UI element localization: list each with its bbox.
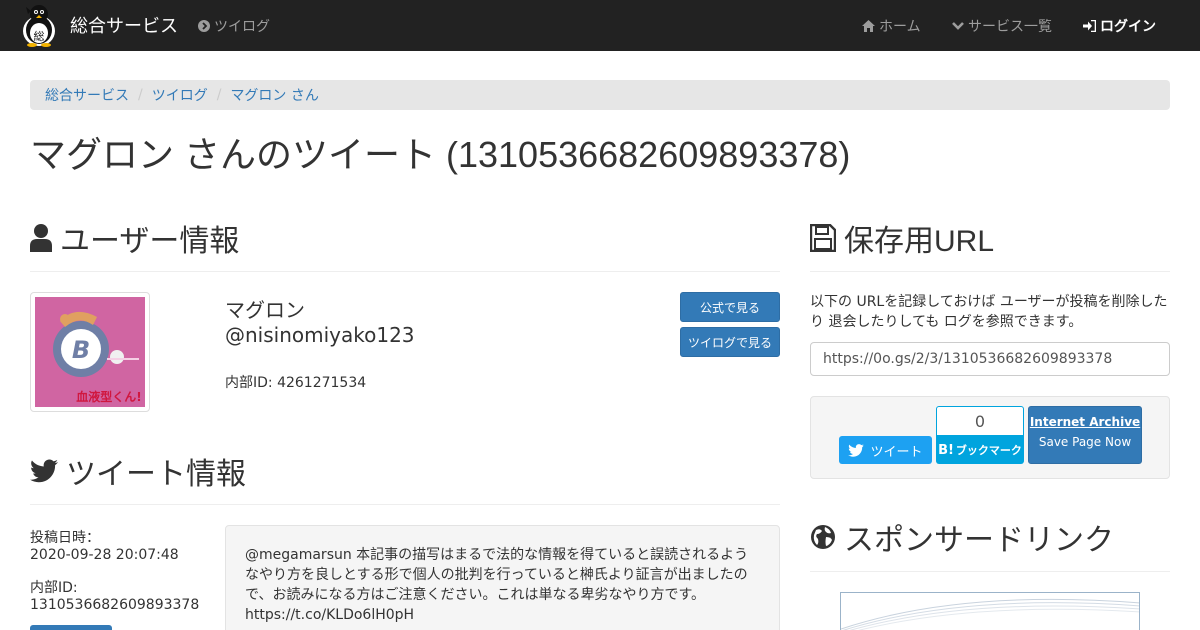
view-twilog-button[interactable]: ツイログで見る — [680, 327, 780, 357]
sign-in-icon — [1083, 20, 1096, 32]
avatar: B 血液型くん! — [35, 297, 145, 407]
sponsor-ad-banner[interactable] — [840, 592, 1140, 630]
navbar: 総 総合サービス ツイログ ホーム サービス一覧 ログイン — [0, 0, 1200, 51]
nav-login[interactable]: ログイン — [1083, 16, 1156, 36]
user-info-heading: ユーザー情報 — [30, 216, 239, 260]
brand-link[interactable]: 総 総合サービス — [18, 2, 178, 48]
avatar-text: 血液型くん! — [76, 389, 141, 404]
posted-label: 投稿日時： — [30, 530, 100, 546]
archive-url-heading: 保存用URL — [810, 216, 994, 260]
internet-archive-title: Internet Archive — [1029, 415, 1141, 429]
user-display-name: マグロン — [225, 298, 305, 322]
archive-url-input[interactable] — [810, 342, 1170, 376]
page-title: マグロン さんのツイート (1310536682609893378) — [30, 134, 851, 175]
hatena-b-icon: B! — [938, 442, 954, 458]
hatena-bookmark-label: ブックマーク — [955, 444, 1022, 457]
archive-description: 以下の URLを記録しておけば ユーザーが投稿を削除したり 退会したりしても ロ… — [810, 294, 1168, 330]
hatena-bookmark-count: 0 — [936, 406, 1024, 436]
divider — [30, 271, 780, 272]
hatena-bookmark-button[interactable]: B! ブックマーク — [936, 436, 1024, 464]
tweet-info-heading: ツイート情報 — [30, 449, 246, 493]
ad-graphic — [841, 598, 1139, 630]
breadcrumb-item-home[interactable]: 総合サービス — [45, 85, 129, 105]
tweet-id-label: 内部ID: — [30, 580, 78, 596]
breadcrumb-item-twilog[interactable]: ツイログ — [152, 85, 208, 105]
sponsor-heading-text: スポンサードリンク — [844, 524, 1114, 557]
breadcrumb-item-user[interactable]: マグロン さん — [230, 85, 318, 105]
tweet-text: @megamarsun 本記事の描写はまるで法的な情報を得ていると誤読されるよう… — [245, 547, 749, 623]
twitter-bird-icon — [848, 443, 865, 457]
avatar-frame: B 血液型くん! — [30, 292, 150, 412]
penguin-logo-icon: 総 — [23, 5, 55, 47]
nav-home-label: ホーム — [879, 19, 921, 35]
divider — [810, 571, 1170, 572]
tweet-info-heading-text: ツイート情報 — [66, 458, 246, 491]
globe-icon — [810, 524, 836, 550]
nav-login-label: ログイン — [1100, 19, 1156, 35]
tweet-share-label: ツイート — [870, 444, 923, 460]
breadcrumb: 総合サービス / ツイログ / マグロン さん — [30, 80, 1170, 110]
brand-name: 総合サービス — [70, 16, 178, 37]
chevron-circle-right-icon — [198, 20, 210, 32]
tweet-id-value: 1310536682609893378 — [30, 597, 200, 613]
user-icon — [30, 224, 52, 252]
nav-home[interactable]: ホーム — [862, 16, 921, 36]
nav-services[interactable]: サービス一覧 — [952, 16, 1052, 36]
home-icon — [862, 20, 875, 32]
internet-archive-button[interactable]: Internet Archive Save Page Now — [1028, 406, 1142, 464]
svg-text:総: 総 — [34, 29, 45, 43]
view-official-button[interactable]: 公式で見る — [680, 292, 780, 322]
tweet-share-button[interactable]: ツイート — [839, 436, 932, 464]
user-handle: @nisinomiyako123 — [225, 323, 415, 347]
tweet-text-box: @megamarsun 本記事の描写はまるで法的な情報を得ていると誤読されるよう… — [225, 525, 780, 630]
sponsor-heading: スポンサードリンク — [810, 515, 1114, 559]
nav-services-label: サービス一覧 — [968, 19, 1052, 35]
nav-twilog[interactable]: ツイログ — [198, 16, 270, 36]
save-icon — [810, 224, 836, 252]
posted-value: 2020-09-28 20:07:48 — [30, 547, 179, 563]
archive-url-heading-text: 保存用URL — [844, 225, 995, 258]
chevron-down-icon — [952, 21, 964, 31]
tweet-action-button[interactable] — [30, 625, 112, 630]
divider — [810, 271, 1170, 272]
breadcrumb-separator: / — [138, 87, 143, 103]
internet-archive-subtitle: Save Page Now — [1038, 435, 1132, 449]
breadcrumb-separator: / — [216, 87, 222, 103]
svg-text:B: B — [72, 336, 90, 364]
divider — [30, 504, 780, 505]
nav-twilog-label: ツイログ — [214, 19, 270, 35]
twitter-icon — [30, 459, 58, 483]
user-info-heading-text: ユーザー情報 — [60, 225, 240, 258]
user-internal-id: 内部ID: 4261271534 — [225, 375, 367, 391]
